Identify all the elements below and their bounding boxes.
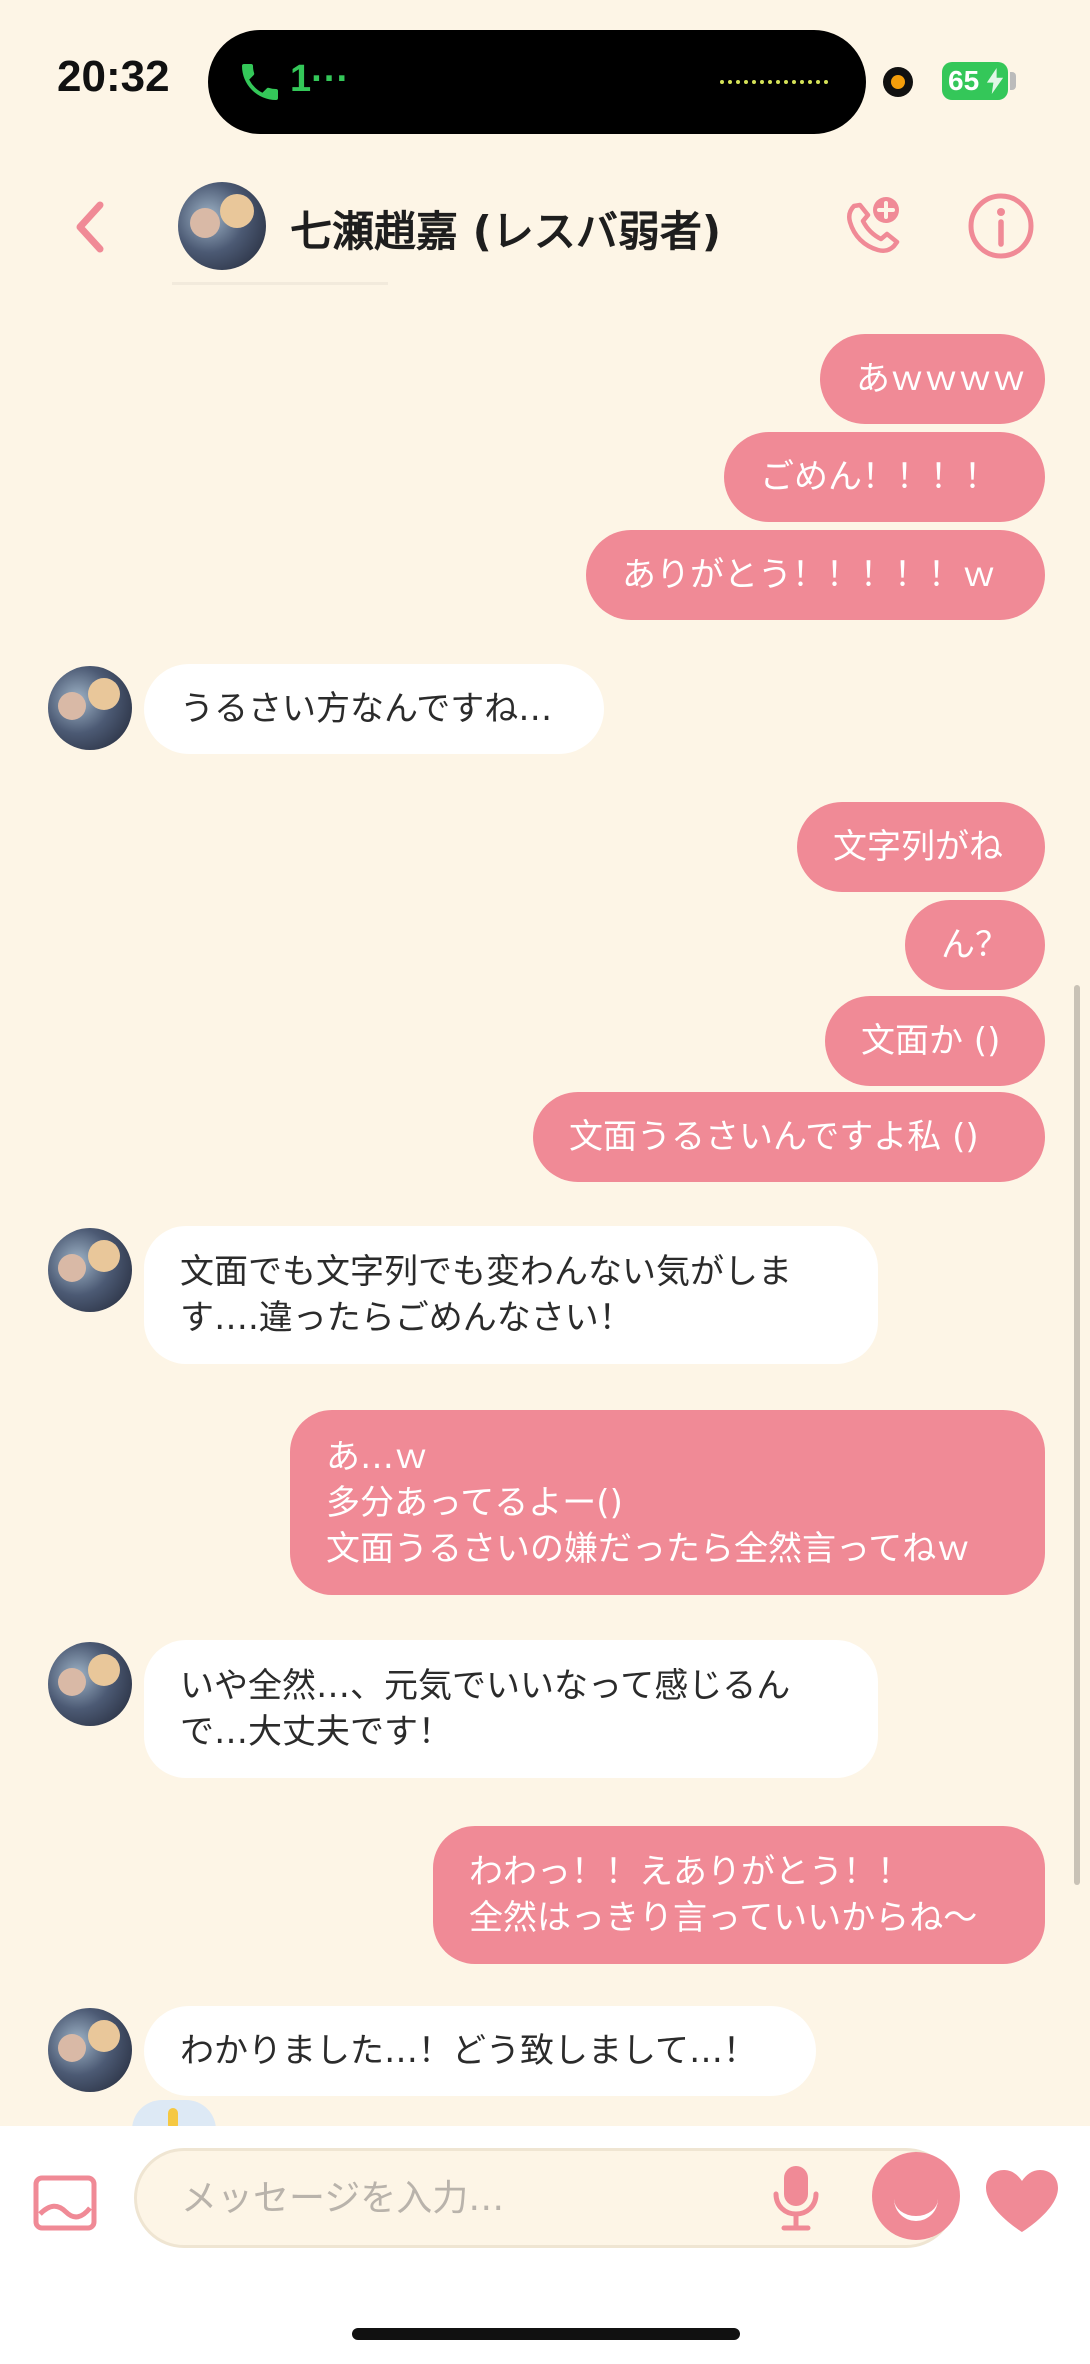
- message-text-line: で…大丈夫です！: [180, 1712, 452, 1752]
- battery-icon: 65: [942, 62, 1008, 100]
- gallery-button[interactable]: [32, 2174, 98, 2232]
- message-list[interactable]: あｗｗｗｗ ごめん！！！！ ありがとう！！！！！ｗ うるさい方なんですね… 文字…: [0, 320, 1090, 2120]
- microphone-icon: [773, 2166, 819, 2231]
- message-text: ありがとう！！！！！ｗ: [622, 555, 996, 595]
- chat-header: 七瀬趙嘉 (レスバ弱者): [0, 170, 1090, 290]
- mic-button[interactable]: [768, 2162, 824, 2234]
- message-input[interactable]: [181, 2151, 781, 2245]
- battery-cap: [1010, 72, 1016, 90]
- message-text-line: わわっ！！えありがとう！！: [469, 1852, 911, 1892]
- message-text: 文面か (): [861, 1021, 1001, 1061]
- chevron-left-icon: [76, 201, 104, 253]
- message-text: ん？: [941, 925, 1009, 965]
- message-text: 文面うるさいんですよ私 (): [569, 1117, 979, 1157]
- status-bar: 20:32 1··· 65: [0, 0, 1090, 150]
- outgoing-message[interactable]: 文面か (): [825, 996, 1045, 1086]
- message-text: わかりました…！どう致しまして…！: [180, 2031, 757, 2071]
- message-text-line: いや全然…、元気でいいなって感じるん: [180, 1666, 791, 1706]
- outgoing-message[interactable]: あ…ｗ 多分あってるよー() 文面うるさいの嫌だったら全然言ってねｗ: [290, 1410, 1045, 1595]
- battery-level: 65: [948, 65, 980, 96]
- outgoing-message[interactable]: わわっ！！えありがとう！！ 全然はっきり言っていいからね〜: [433, 1826, 1045, 1964]
- contact-avatar[interactable]: [178, 182, 266, 270]
- info-button[interactable]: [965, 190, 1037, 262]
- incoming-message[interactable]: うるさい方なんですね…: [144, 664, 604, 754]
- message-input-bar: [0, 2126, 1090, 2364]
- message-text-line: す….違ったらごめんなさい！: [180, 1298, 633, 1338]
- info-icon: [968, 193, 1034, 259]
- message-text-line: 多分あってるよー(): [326, 1482, 623, 1523]
- home-indicator[interactable]: [352, 2328, 740, 2340]
- charging-bolt-icon: [986, 68, 1004, 94]
- message-text: あｗｗｗｗ: [856, 359, 1026, 399]
- message-text: うるさい方なんですね…: [180, 689, 553, 729]
- camera-indicator-icon: [883, 67, 913, 97]
- message-text: 文字列がね: [833, 827, 1003, 867]
- message-input-wrapper: [134, 2148, 956, 2248]
- contact-name[interactable]: 七瀬趙嘉 (レスバ弱者): [290, 198, 721, 259]
- incoming-message[interactable]: わかりました…！どう致しまして…！: [144, 2006, 816, 2096]
- back-button[interactable]: [62, 192, 118, 262]
- status-time: 20:32: [57, 52, 170, 101]
- outgoing-message[interactable]: ごめん！！！！: [724, 432, 1045, 522]
- contact-avatar[interactable]: [48, 2008, 132, 2092]
- scrollbar[interactable]: [1074, 985, 1080, 1885]
- image-icon: [33, 2175, 97, 2231]
- call-indicator: 1···: [290, 58, 350, 100]
- emoji-button[interactable]: [872, 2152, 960, 2240]
- outgoing-message[interactable]: ん？: [905, 900, 1045, 990]
- message-text-line: あ…ｗ: [326, 1436, 428, 1477]
- heart-icon: [986, 2170, 1058, 2232]
- contact-avatar[interactable]: [48, 1642, 132, 1726]
- like-button[interactable]: [982, 2166, 1062, 2236]
- phone-icon: [242, 64, 278, 100]
- message-text-line: 文面うるさいの嫌だったら全然言ってねｗ: [326, 1528, 971, 1569]
- contact-avatar[interactable]: [48, 666, 132, 750]
- dynamic-island[interactable]: 1···: [208, 30, 866, 134]
- outgoing-message[interactable]: あｗｗｗｗ: [820, 334, 1045, 424]
- audio-wave-icon: [720, 80, 828, 84]
- outgoing-message[interactable]: 文字列がね: [797, 802, 1045, 892]
- incoming-message[interactable]: いや全然…、元気でいいなって感じるん で…大丈夫です！: [144, 1640, 878, 1778]
- outgoing-message[interactable]: 文面うるさいんですよ私 (): [533, 1092, 1045, 1182]
- message-text: ごめん！！！！: [760, 457, 998, 497]
- phone-add-icon: [846, 197, 900, 254]
- header-divider: [172, 282, 388, 285]
- outgoing-message[interactable]: ありがとう！！！！！ｗ: [586, 530, 1045, 620]
- incoming-message[interactable]: 文面でも文字列でも変わんない気がしま す….違ったらごめんなさい！: [144, 1226, 878, 1364]
- add-call-button[interactable]: [840, 190, 906, 262]
- contact-avatar[interactable]: [48, 1228, 132, 1312]
- message-text-line: 全然はっきり言っていいからね〜: [469, 1898, 978, 1938]
- message-text-line: 文面でも文字列でも変わんない気がしま: [180, 1252, 792, 1292]
